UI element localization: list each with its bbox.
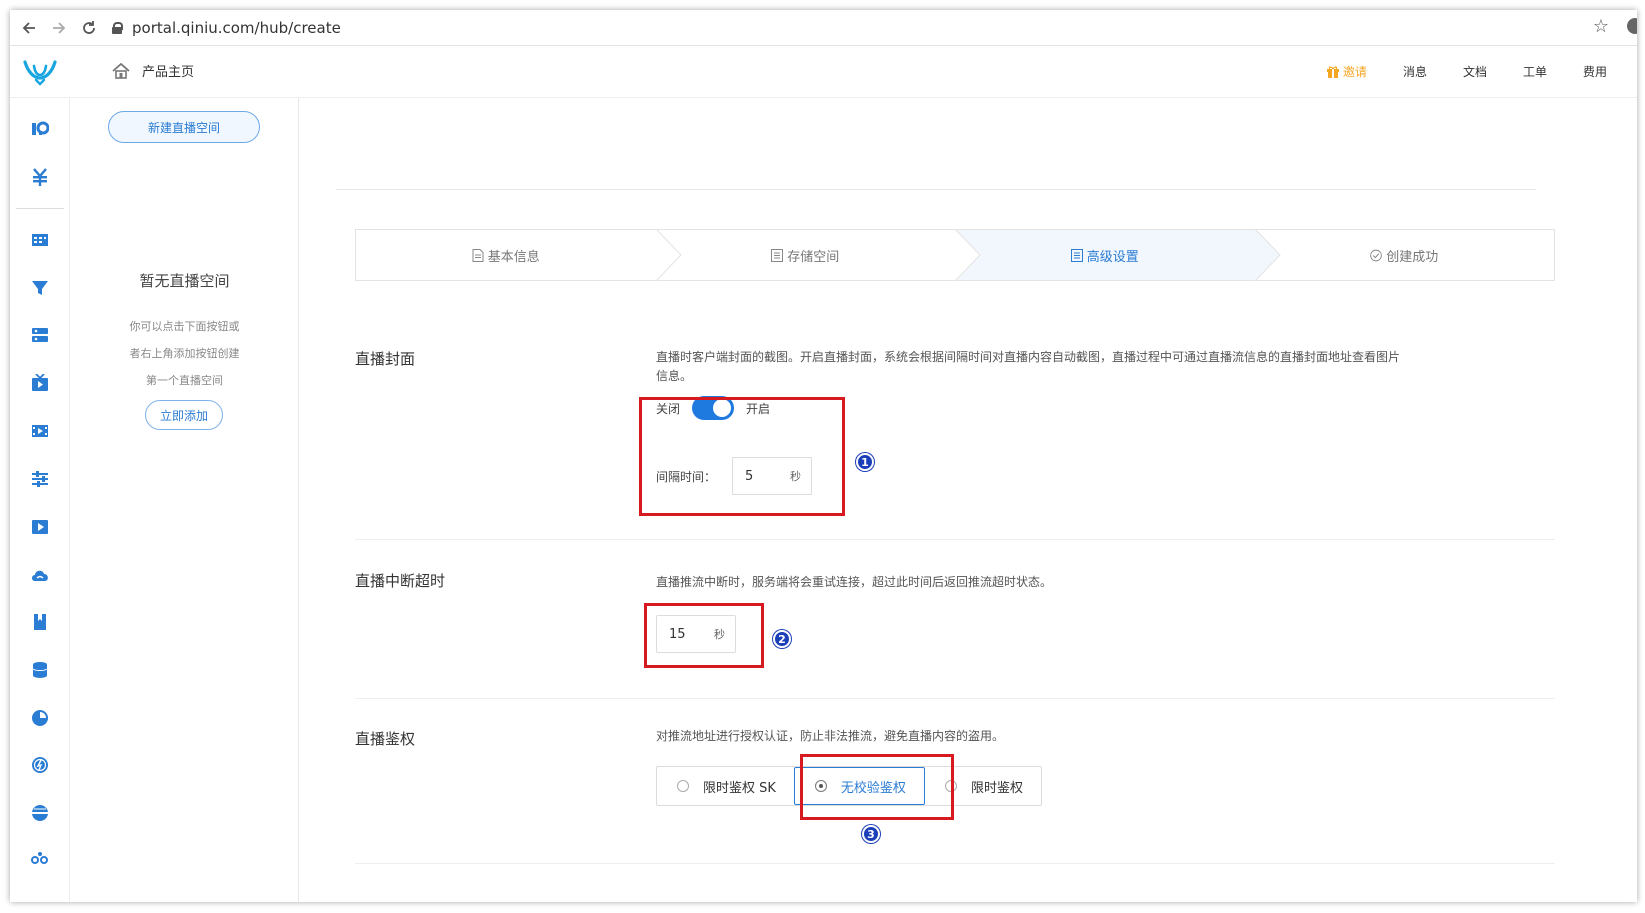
step-basic-info: 基本信息 <box>356 229 682 281</box>
main-content: 基本信息 存储空间 高级设置 创建成功 直播封面 直播时客户端封面的截图。开启直… <box>300 98 1637 902</box>
tickets-label: 工单 <box>1522 65 1547 79</box>
section-divider <box>355 539 1555 540</box>
analytics-icon[interactable] <box>31 709 49 727</box>
messages-link[interactable]: 消息 <box>1403 63 1427 80</box>
step-label: 基本信息 <box>487 249 540 265</box>
auth-description: 对推流地址进行授权认证，防止非法推流，避免直播内容的盗用。 <box>656 729 1005 743</box>
add-now-button[interactable]: 立即添加 <box>145 400 223 430</box>
empty-state-line-3: 第一个直播空间 <box>146 374 223 387</box>
timeout-description: 直播推流中断时，服务端将会重试连接，超过此时间后返回推流超时状态。 <box>656 575 1053 589</box>
step-storage: 存储空间 <box>656 229 981 281</box>
database-icon[interactable] <box>31 661 49 679</box>
live-space-panel: 新建直播空间 暂无直播空间 你可以点击下面按钮或 者右上角添加按钮创建 第一个直… <box>70 98 299 902</box>
bookmark-star-icon[interactable]: ☆ <box>1593 16 1609 37</box>
invite-label: 邀请 <box>1342 65 1367 79</box>
step-chevron <box>955 229 981 281</box>
list-icon <box>1070 248 1083 262</box>
billing-link[interactable]: 费用 <box>1583 63 1607 80</box>
product-home-link[interactable]: 产品主页 <box>112 61 194 80</box>
highlight-box-2 <box>644 603 764 668</box>
browser-window: portal.qiniu.com/hub/create ☆ 产品主页 邀请 消息… <box>10 10 1637 902</box>
docs-link[interactable]: 文档 <box>1463 63 1487 80</box>
document-icon <box>472 248 484 262</box>
step-label: 创建成功 <box>1386 249 1439 265</box>
gift-icon <box>1326 66 1339 78</box>
step-marker-3: 3 <box>862 825 880 843</box>
section-divider <box>355 698 1555 699</box>
messages-label: 消息 <box>1402 65 1427 79</box>
step-progress: 基本信息 存储空间 高级设置 创建成功 <box>355 229 1555 281</box>
more-icon[interactable] <box>31 850 49 868</box>
address-bar[interactable]: portal.qiniu.com/hub/create <box>112 19 341 37</box>
settings-sliders-icon[interactable] <box>31 470 49 488</box>
radio-timed-auth-sk[interactable]: 限时鉴权 SK <box>657 767 794 805</box>
empty-state-line-2: 者右上角添加按钮创建 <box>129 347 240 360</box>
check-circle-icon <box>1370 249 1383 261</box>
reload-button[interactable] <box>74 13 104 43</box>
bookmark-icon[interactable] <box>31 613 49 631</box>
docs-label: 文档 <box>1462 65 1487 79</box>
auth-section-label: 直播鉴权 <box>355 730 416 748</box>
radio-label: 限时鉴权 SK <box>703 780 776 796</box>
highlight-box-3 <box>800 754 954 820</box>
network-icon[interactable] <box>31 804 49 822</box>
cover-section-label: 直播封面 <box>355 350 416 368</box>
step-label: 存储空间 <box>787 249 840 265</box>
arrow-right-icon <box>53 21 66 34</box>
cdn-icon[interactable] <box>31 278 49 296</box>
lock-icon <box>112 21 123 34</box>
video-icon[interactable] <box>31 518 49 536</box>
product-home-label: 产品主页 <box>142 65 195 80</box>
live-icon[interactable] <box>31 374 49 392</box>
back-button[interactable] <box>14 13 44 43</box>
cover-description-line-1: 直播时客户端封面的截图。开启直播封面，系统会根据间隔时间对直播内容自动截图，直播… <box>656 350 1401 364</box>
overview-icon[interactable] <box>31 120 49 138</box>
speed-icon[interactable] <box>31 756 49 774</box>
cover-description-line-2: 信息。 <box>656 369 693 383</box>
header-divider <box>336 189 1536 190</box>
step-chevron <box>655 229 682 281</box>
qiniu-logo-icon[interactable] <box>22 58 58 86</box>
new-live-space-button[interactable]: 新建直播空间 <box>108 111 260 143</box>
media-icon[interactable] <box>31 422 49 440</box>
billing-label: 费用 <box>1582 65 1607 79</box>
reload-icon <box>83 20 95 34</box>
invite-link[interactable]: 邀请 <box>1326 63 1367 80</box>
cloud-icon[interactable] <box>31 566 49 584</box>
browser-toolbar: portal.qiniu.com/hub/create ☆ <box>10 10 1637 46</box>
step-marker-2: 2 <box>773 630 791 648</box>
rail-divider <box>16 208 64 209</box>
step-advanced-settings: 高级设置 <box>955 229 1281 281</box>
server-icon[interactable] <box>31 326 49 344</box>
step-created: 创建成功 <box>1255 230 1555 280</box>
list-icon <box>771 248 784 262</box>
billing-icon[interactable] <box>31 168 49 186</box>
arrow-left-icon <box>22 21 35 34</box>
storage-icon[interactable] <box>31 231 49 249</box>
header-nav: 邀请 消息 文档 工单 费用 <box>1291 63 1607 80</box>
timeout-section-label: 直播中断超时 <box>355 572 446 590</box>
app-header: 产品主页 邀请 消息 文档 工单 费用 <box>10 46 1637 98</box>
url-text: portal.qiniu.com/hub/create <box>132 18 341 37</box>
step-label: 高级设置 <box>1086 249 1139 265</box>
radio-label: 限时鉴权 <box>970 780 1023 796</box>
empty-state-title: 暂无直播空间 <box>139 272 230 290</box>
home-icon <box>112 62 130 79</box>
step-chevron <box>1254 229 1281 281</box>
section-divider <box>355 863 1555 864</box>
profile-avatar[interactable] <box>1627 18 1637 34</box>
highlight-box-1 <box>639 397 845 516</box>
forward-button[interactable] <box>44 13 74 43</box>
step-marker-1: 1 <box>856 453 874 471</box>
empty-state-line-1: 你可以点击下面按钮或 <box>129 320 240 333</box>
radio-circle-icon <box>677 780 689 792</box>
tickets-link[interactable]: 工单 <box>1523 63 1547 80</box>
product-rail <box>10 98 70 902</box>
